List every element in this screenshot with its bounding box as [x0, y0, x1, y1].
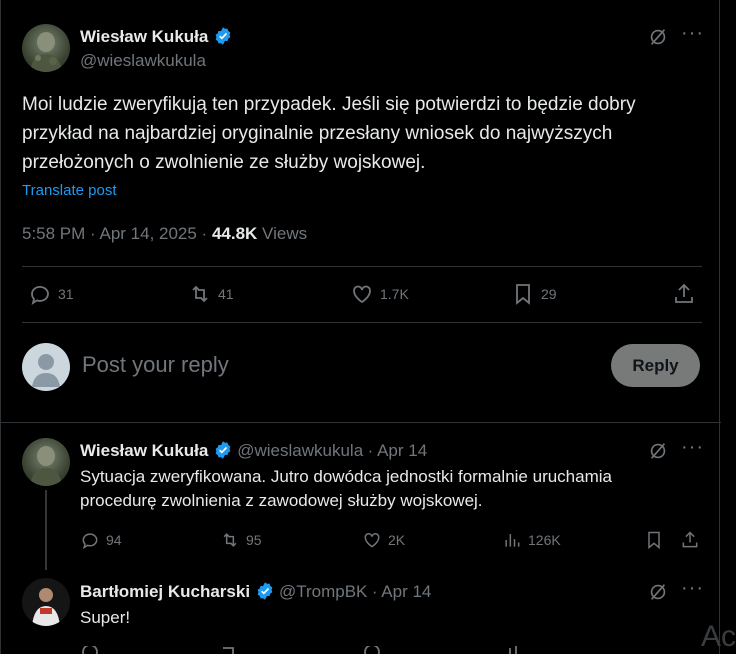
bookmark-action[interactable]: 29	[511, 282, 557, 306]
side-panel-text: Ac	[700, 620, 736, 653]
reply-author-name[interactable]: Bartłomiej Kucharski	[80, 582, 250, 601]
author-avatar[interactable]	[22, 24, 70, 72]
like-count: 1.7K	[380, 286, 409, 302]
more-options-icon[interactable]: ···	[681, 577, 704, 600]
divider	[22, 322, 702, 323]
post-meta: 5:58 PM · Apr 14, 2025 · 44.8K Views	[22, 224, 307, 244]
analytics-icon	[505, 534, 520, 547]
bookmark-icon	[516, 284, 530, 305]
reply-count: 31	[58, 286, 74, 302]
author-name-row: Wiesław Kukuła	[80, 26, 233, 47]
post-text: Moi ludzie zweryfikują ten przypadek. Je…	[22, 94, 636, 173]
reply-date[interactable]: · Apr 14	[368, 441, 428, 460]
post-timestamp[interactable]: 5:58 PM · Apr 14, 2025 ·	[22, 224, 212, 243]
reply-header: Wiesław Kukuła @wieslawkukula · Apr 14	[80, 440, 427, 461]
repost-action[interactable]: 41	[188, 282, 234, 306]
thread-connector	[45, 490, 47, 570]
like-action[interactable]: 2K	[362, 530, 405, 550]
user-avatar[interactable]	[22, 343, 70, 391]
repost-action[interactable]: 95	[220, 530, 262, 550]
grok-icon[interactable]	[647, 581, 669, 608]
reply-button[interactable]: Reply	[611, 344, 700, 387]
views-count: 44.8K	[211, 224, 258, 243]
views-action[interactable]: 126K	[502, 530, 561, 550]
reply-action[interactable]: 94	[80, 530, 122, 550]
grok-icon[interactable]	[647, 440, 669, 467]
heart-icon	[353, 285, 371, 304]
avatar-image	[30, 32, 62, 72]
bookmark-icon	[648, 531, 660, 550]
reply-author-handle[interactable]: @TrompBK	[279, 582, 367, 601]
more-options-icon[interactable]: ···	[681, 436, 704, 459]
grok-icon[interactable]	[647, 26, 669, 53]
translate-post-link[interactable]: Translate post	[22, 182, 117, 199]
bookmark-count: 29	[541, 286, 557, 302]
verified-badge-icon	[257, 582, 272, 600]
partial-action-icons	[82, 646, 517, 654]
share-action[interactable]	[680, 530, 700, 550]
author-name[interactable]: Wiesław Kukuła	[80, 27, 208, 46]
avatar-image	[32, 588, 60, 626]
like-count: 2K	[388, 532, 406, 548]
more-options-icon[interactable]: ···	[681, 22, 704, 45]
verified-badge-icon	[215, 441, 231, 459]
repost-count: 41	[218, 286, 234, 302]
views-label: Views	[257, 224, 308, 243]
reply-date[interactable]: · Apr 14	[372, 582, 432, 601]
reply-text: Sytuacja zweryfikowana. Jutro dowódca je…	[80, 467, 612, 510]
post-detail-column: Wiesław Kukuła @wieslawkukula ··· Moi lu…	[0, 0, 721, 654]
reply-input[interactable]: Post your reply	[82, 352, 229, 378]
repost-icon	[223, 533, 237, 547]
views-count: 126K	[528, 532, 561, 548]
share-icon	[682, 531, 698, 548]
reply-count: 94	[106, 532, 122, 548]
like-action[interactable]: 1.7K	[350, 282, 409, 306]
reply-author-name[interactable]: Wiesław Kukuła	[80, 441, 208, 460]
reply-action[interactable]: 31	[28, 282, 74, 306]
reply-header: Bartłomiej Kucharski @TrompBK · Apr 14	[80, 581, 431, 602]
heart-icon	[364, 532, 380, 548]
bookmark-action[interactable]	[644, 530, 664, 550]
reply-icon	[31, 286, 49, 306]
reply-author-avatar[interactable]	[22, 578, 70, 626]
reply-author-handle[interactable]: @wieslawkukula	[237, 441, 363, 460]
share-icon	[675, 283, 693, 303]
reply-icon	[82, 533, 98, 550]
divider	[1, 422, 721, 423]
repost-count: 95	[246, 532, 262, 548]
author-handle[interactable]: @wieslawkukula	[80, 51, 206, 71]
reply-text: Super!	[80, 608, 131, 627]
reply-author-avatar[interactable]	[22, 438, 70, 486]
divider	[22, 266, 702, 267]
repost-icon	[192, 285, 208, 303]
partial-action-bar	[80, 646, 700, 654]
avatar-image	[30, 446, 62, 486]
share-action[interactable]	[672, 282, 696, 306]
verified-badge-icon	[215, 27, 231, 45]
default-avatar-icon	[32, 354, 60, 387]
